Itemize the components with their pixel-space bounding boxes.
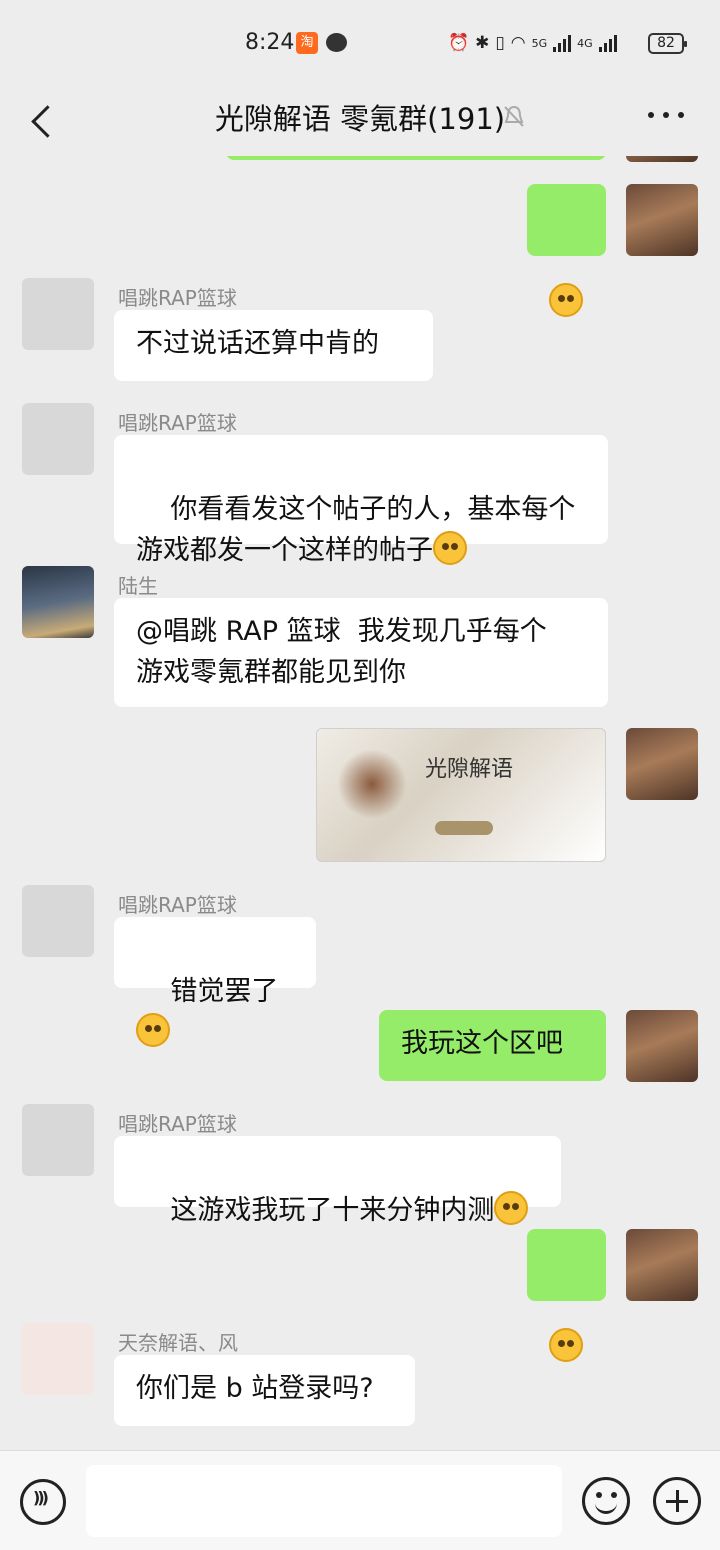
message-bubble-partial[interactable] xyxy=(226,156,606,160)
message-text: 你看看发这个帖子的人，基本每个 游戏都发一个这样的帖子 xyxy=(136,494,576,566)
image-title-text: 光隙解语 xyxy=(425,757,514,782)
message-bubble[interactable]: 你看看发这个帖子的人，基本每个 游戏都发一个这样的帖子 xyxy=(114,435,608,566)
vibrate-icon: ▯ xyxy=(495,33,505,53)
status-icons: ⏰ ✱ ▯ ◠ 5G 4G xyxy=(448,30,617,56)
status-time: 8:24 xyxy=(245,30,295,55)
sender-name: 唱跳RAP篮球 xyxy=(118,411,237,435)
surprised-emoji-icon xyxy=(549,1328,583,1362)
avatar[interactable] xyxy=(626,1229,698,1301)
message-bubble[interactable]: 这游戏我玩了十来分钟内测 xyxy=(114,1136,561,1226)
message-bubble[interactable]: @唱跳 RAP 篮球 我发现几乎每个 游戏零氪群都能见到你 xyxy=(114,598,608,707)
more-options-icon[interactable] xyxy=(648,108,692,122)
add-attachment-icon[interactable] xyxy=(653,1477,701,1525)
avatar[interactable] xyxy=(626,1010,698,1082)
message-bubble[interactable]: 我玩这个区吧 xyxy=(379,1010,606,1081)
image-message[interactable]: 光隙解语 xyxy=(316,728,606,862)
avatar[interactable] xyxy=(22,885,94,957)
taobao-icon: 淘 xyxy=(296,32,318,54)
chat-title: 光隙解语 零氪群(191) xyxy=(214,102,506,136)
network-5g-label: 5G xyxy=(531,36,548,50)
signal-icon-2 xyxy=(598,34,617,52)
avatar[interactable] xyxy=(22,566,94,638)
laughing-emoji-icon xyxy=(136,1013,170,1047)
avatar[interactable] xyxy=(22,1323,94,1395)
sender-name: 陆生 xyxy=(118,574,158,598)
chat-header: 光隙解语 零氪群(191) xyxy=(0,86,720,156)
message-bubble[interactable]: 错觉罢了 xyxy=(114,917,316,1047)
message-text: 错觉罢了 xyxy=(170,976,279,1007)
bluetooth-icon: ✱ xyxy=(475,33,490,53)
squint-emoji-icon xyxy=(494,1191,529,1225)
message-bubble[interactable]: 不过说话还算中肯的 xyxy=(114,310,433,381)
avatar[interactable] xyxy=(22,1104,94,1176)
mute-bell-icon xyxy=(504,105,524,127)
emoji-picker-icon[interactable] xyxy=(582,1477,630,1525)
wifi-icon: ◠ xyxy=(510,33,526,53)
message-text: 这游戏我玩了十来分钟内测 xyxy=(170,1195,495,1226)
image-artwork xyxy=(337,749,407,819)
message-notification-icon xyxy=(326,33,347,52)
avatar[interactable] xyxy=(626,728,698,800)
image-start-button-graphic xyxy=(435,821,493,835)
avatar[interactable] xyxy=(626,184,698,256)
message-bubble[interactable] xyxy=(527,184,606,317)
chat-message-list[interactable]: 唱跳RAP篮球 不过说话还算中肯的 唱跳RAP篮球 你看看发这个帖子的人，基本每… xyxy=(0,156,720,1450)
laughing-emoji-icon xyxy=(433,531,467,565)
message-input[interactable] xyxy=(86,1465,562,1537)
battery-icon: 82 xyxy=(648,33,687,54)
sender-name: 唱跳RAP篮球 xyxy=(118,286,237,310)
smirk-emoji-icon xyxy=(549,283,583,317)
alarm-icon: ⏰ xyxy=(448,33,470,53)
avatar[interactable] xyxy=(22,403,94,475)
sender-name: 唱跳RAP篮球 xyxy=(118,1112,237,1136)
input-bar xyxy=(0,1450,720,1550)
signal-icon xyxy=(553,34,572,52)
voice-input-icon[interactable] xyxy=(20,1479,66,1525)
sender-name: 唱跳RAP篮球 xyxy=(118,893,237,917)
sender-name: 天奈解语、风 xyxy=(118,1331,238,1355)
message-bubble[interactable] xyxy=(527,1229,606,1362)
avatar[interactable] xyxy=(626,156,698,162)
status-bar: 8:24 淘 ⏰ ✱ ▯ ◠ 5G 4G 82 xyxy=(0,0,720,86)
message-bubble[interactable]: 你们是 b 站登录吗? xyxy=(114,1355,415,1426)
avatar[interactable] xyxy=(22,278,94,350)
network-4g-label: 4G xyxy=(577,36,593,50)
